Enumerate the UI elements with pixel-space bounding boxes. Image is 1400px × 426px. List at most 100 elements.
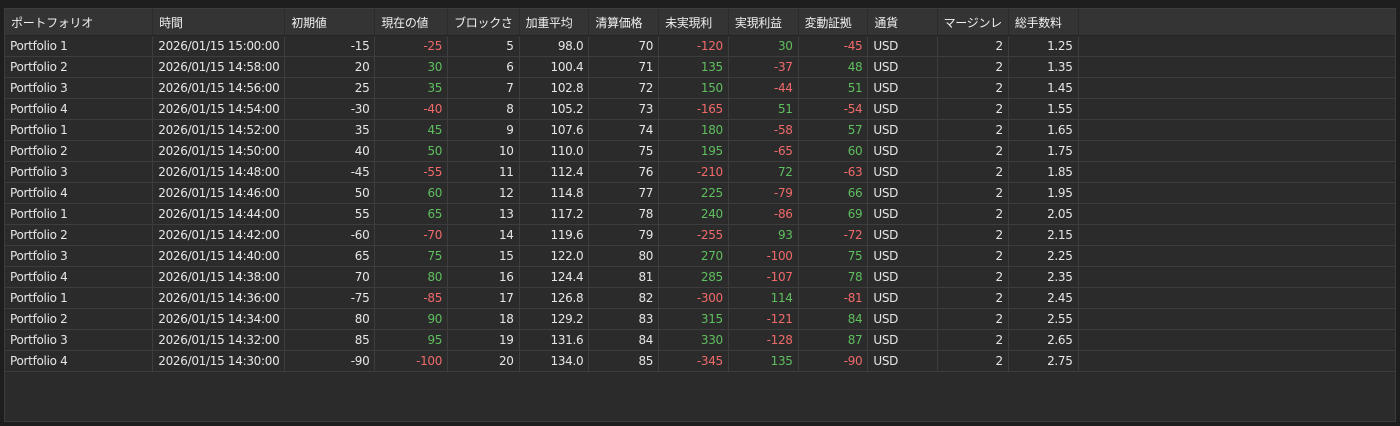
header-weighted-average[interactable]: 加重平均 xyxy=(519,9,590,36)
cell-total-fees: 1.45 xyxy=(1008,77,1079,99)
header-realized-pnl[interactable]: 実現利益 xyxy=(728,9,799,36)
header-total-fees[interactable]: 総手数料 xyxy=(1008,9,1079,36)
header-currency[interactable]: 通貨 xyxy=(867,9,938,36)
cell-currency: USD xyxy=(867,245,938,267)
cell-variation-margin: -63 xyxy=(798,161,869,183)
table-row[interactable]: Portfolio 4 2026/01/15 14:54:00 -30 -40 8 105… xyxy=(5,98,1395,120)
cell-liquidation-price: 84 xyxy=(588,329,660,351)
cell-initial-value: 65 xyxy=(284,245,376,267)
cell-realized-pnl: -107 xyxy=(728,266,799,288)
cell-weighted-average: 131.6 xyxy=(519,329,590,351)
cell-current-value: -70 xyxy=(374,224,449,246)
cell-current-value: 35 xyxy=(374,77,449,99)
header-margin-rate[interactable]: マージンレ xyxy=(937,9,1009,36)
cell-time: 2026/01/15 15:00:00 xyxy=(152,35,286,57)
cell-liquidation-price: 79 xyxy=(588,224,660,246)
header-variation-margin[interactable]: 変動証拠 xyxy=(798,9,869,36)
header-block-size[interactable]: ブロックさ xyxy=(447,9,520,36)
cell-liquidation-price: 76 xyxy=(588,161,660,183)
cell-weighted-average: 110.0 xyxy=(519,140,590,162)
cell-current-value: -55 xyxy=(374,161,449,183)
table-row[interactable]: Portfolio 2 2026/01/15 14:58:00 20 30 6 100.4… xyxy=(5,56,1395,78)
cell-current-value: 30 xyxy=(374,56,449,78)
table-row[interactable]: Portfolio 3 2026/01/15 14:48:00 -45 -55 11 11… xyxy=(5,161,1395,183)
cell-weighted-average: 105.2 xyxy=(519,98,590,120)
cell-total-fees: 2.45 xyxy=(1008,287,1079,309)
cell-block-size: 12 xyxy=(447,182,520,204)
table-row[interactable]: Portfolio 1 2026/01/15 14:36:00 -75 -85 17 12… xyxy=(5,287,1395,309)
cell-time: 2026/01/15 14:54:00 xyxy=(152,98,286,120)
cell-margin-rate: 2 xyxy=(937,245,1009,267)
table-row[interactable]: Portfolio 1 2026/01/15 15:00:00 -15 -25 5 98.… xyxy=(5,35,1395,57)
cell-margin-rate: 2 xyxy=(937,77,1009,99)
cell-liquidation-price: 72 xyxy=(588,77,660,99)
header-liquidation-price[interactable]: 清算価格 xyxy=(588,9,660,36)
cell-block-size: 14 xyxy=(447,224,520,246)
cell-realized-pnl: -128 xyxy=(728,329,799,351)
cell-current-value: 65 xyxy=(374,203,449,225)
cell-portfolio: Portfolio 4 xyxy=(5,182,154,204)
cell-total-fees: 2.65 xyxy=(1008,329,1079,351)
table-row[interactable]: Portfolio 3 2026/01/15 14:56:00 25 35 7 102.8… xyxy=(5,77,1395,99)
header-row: ポートフォリオ 時間 初期値 現在の値 ブロックさ 加重平均 清算価格 未実現利 実現利益 変動証… xyxy=(5,9,1395,36)
cell-block-size: 11 xyxy=(447,161,520,183)
header-unrealized-pnl[interactable]: 未実現利 xyxy=(658,9,729,36)
table-row[interactable]: Portfolio 4 2026/01/15 14:38:00 70 80 16 124.… xyxy=(5,266,1395,288)
header-time[interactable]: 時間 xyxy=(152,9,286,36)
cell-realized-pnl: 72 xyxy=(728,161,799,183)
cell-margin-rate: 2 xyxy=(937,266,1009,288)
cell-current-value: 60 xyxy=(374,182,449,204)
header-initial-value[interactable]: 初期値 xyxy=(284,9,376,36)
cell-total-fees: 2.35 xyxy=(1008,266,1079,288)
cell-current-value: -40 xyxy=(374,98,449,120)
cell-unrealized-pnl: 135 xyxy=(658,56,729,78)
cell-total-fees: 1.95 xyxy=(1008,182,1079,204)
cell-initial-value: -60 xyxy=(284,224,376,246)
cell-initial-value: 55 xyxy=(284,203,376,225)
cell-initial-value: -45 xyxy=(284,161,376,183)
cell-margin-rate: 2 xyxy=(937,182,1009,204)
cell-unrealized-pnl: 225 xyxy=(658,182,729,204)
table-row[interactable]: Portfolio 3 2026/01/15 14:40:00 65 75 15 122.… xyxy=(5,245,1395,267)
cell-portfolio: Portfolio 2 xyxy=(5,224,154,246)
cell-weighted-average: 129.2 xyxy=(519,308,590,330)
table-row[interactable]: Portfolio 2 2026/01/15 14:42:00 -60 -70 14 11… xyxy=(5,224,1395,246)
cell-realized-pnl: -79 xyxy=(728,182,799,204)
cell-weighted-average: 100.4 xyxy=(519,56,590,78)
table-row[interactable]: Portfolio 4 2026/01/15 14:46:00 50 60 12 114.… xyxy=(5,182,1395,204)
cell-initial-value: 70 xyxy=(284,266,376,288)
table-row[interactable]: Portfolio 1 2026/01/15 14:52:00 35 45 9 107.6… xyxy=(5,119,1395,141)
cell-total-fees: 1.65 xyxy=(1008,119,1079,141)
cell-realized-pnl: -44 xyxy=(728,77,799,99)
cell-currency: USD xyxy=(867,119,938,141)
table-row[interactable]: Portfolio 3 2026/01/15 14:32:00 85 95 19 131.… xyxy=(5,329,1395,351)
cell-currency: USD xyxy=(867,77,938,99)
cell-margin-rate: 2 xyxy=(937,35,1009,57)
cell-liquidation-price: 85 xyxy=(588,350,660,372)
cell-margin-rate: 2 xyxy=(937,329,1009,351)
row-filler xyxy=(1078,140,1395,162)
row-filler xyxy=(1078,329,1395,351)
cell-realized-pnl: 93 xyxy=(728,224,799,246)
cell-margin-rate: 2 xyxy=(937,140,1009,162)
cell-weighted-average: 98.0 xyxy=(519,35,590,57)
table-row[interactable]: Portfolio 1 2026/01/15 14:44:00 55 65 13 117.… xyxy=(5,203,1395,225)
header-portfolio[interactable]: ポートフォリオ xyxy=(5,9,154,36)
table-row[interactable]: Portfolio 2 2026/01/15 14:50:00 40 50 10 110.… xyxy=(5,140,1395,162)
cell-current-value: 75 xyxy=(374,245,449,267)
cell-realized-pnl: 51 xyxy=(728,98,799,120)
cell-liquidation-price: 71 xyxy=(588,56,660,78)
table-row[interactable]: Portfolio 4 2026/01/15 14:30:00 -90 -100 20 1… xyxy=(5,350,1395,372)
cell-block-size: 6 xyxy=(447,56,520,78)
cell-time: 2026/01/15 14:36:00 xyxy=(152,287,286,309)
cell-portfolio: Portfolio 4 xyxy=(5,266,154,288)
cell-currency: USD xyxy=(867,56,938,78)
cell-block-size: 19 xyxy=(447,329,520,351)
cell-initial-value: 40 xyxy=(284,140,376,162)
cell-block-size: 7 xyxy=(447,77,520,99)
table-row[interactable]: Portfolio 2 2026/01/15 14:34:00 80 90 18 129.… xyxy=(5,308,1395,330)
header-current-value[interactable]: 現在の値 xyxy=(374,9,449,36)
cell-time: 2026/01/15 14:44:00 xyxy=(152,203,286,225)
row-filler xyxy=(1078,35,1395,57)
cell-realized-pnl: 114 xyxy=(728,287,799,309)
